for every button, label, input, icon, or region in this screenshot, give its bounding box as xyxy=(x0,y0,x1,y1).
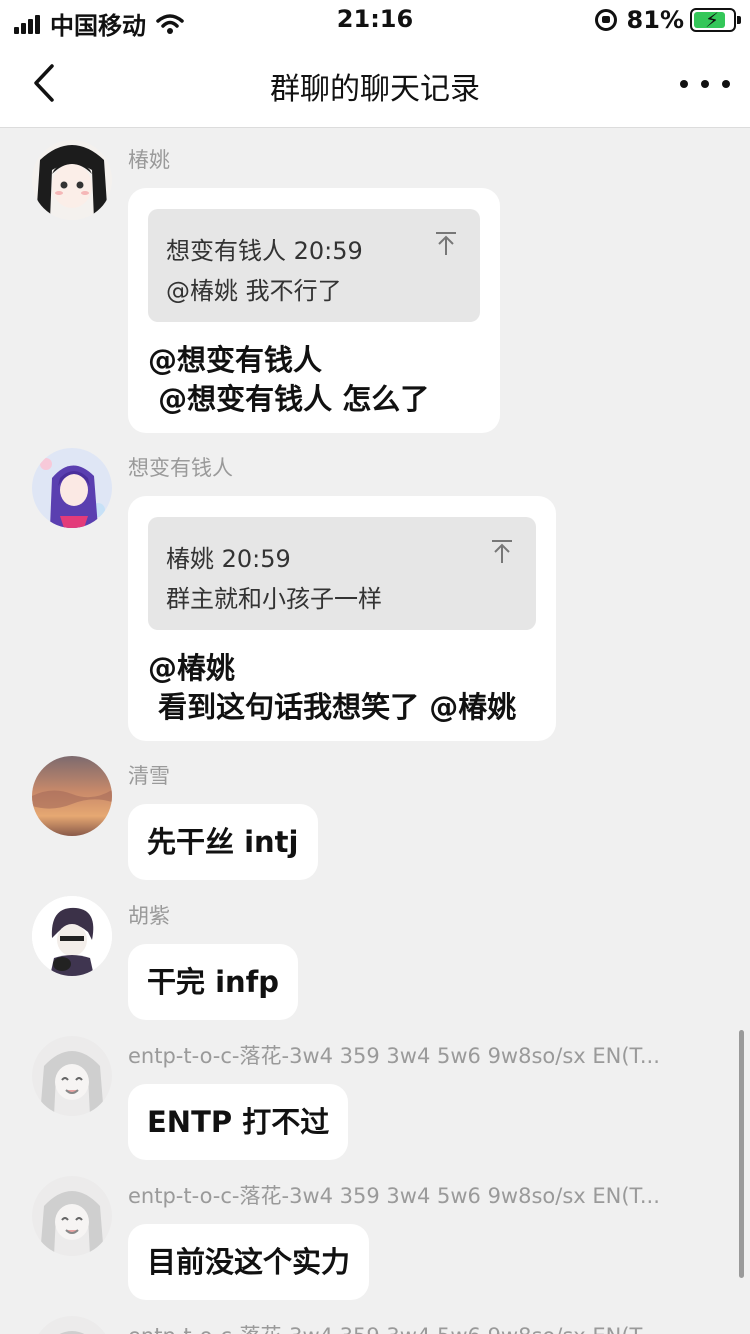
sender-name: entp-t-o-c-落花-3w4 359 3w4 5w6 9w8so/sx E… xyxy=(128,1044,660,1068)
scrollbar[interactable] xyxy=(739,1030,744,1278)
quote-header: 椿姚 20:59 xyxy=(166,545,291,573)
quoted-message[interactable]: 椿姚 20:59 群主就和小孩子一样 xyxy=(148,517,536,630)
reply-text-line-2: 看到这句话我想笑了 @椿姚 xyxy=(148,690,517,724)
avatar-image xyxy=(32,1316,112,1334)
battery-cap xyxy=(737,16,741,24)
sender-name: entp-t-o-c-落花-3w4 359 3w4 5w6 9w8so/sx E… xyxy=(128,1320,660,1334)
sender-name: 想变有钱人 xyxy=(128,456,233,480)
reply-text-line-1: @椿姚 xyxy=(148,651,236,685)
avatar-image xyxy=(32,896,112,976)
battery-percentage: 81% xyxy=(626,6,684,34)
jump-to-top-icon[interactable] xyxy=(488,537,516,565)
avatar-image xyxy=(32,756,112,836)
avatar[interactable] xyxy=(32,756,112,836)
message-bubble[interactable]: ENTP 打不过 xyxy=(128,1084,349,1160)
quote-text: 群主就和小孩子一样 xyxy=(166,585,382,613)
avatar-image xyxy=(32,1176,112,1256)
avatar[interactable] xyxy=(32,140,112,220)
avatar[interactable] xyxy=(32,1176,112,1256)
reply-bubble[interactable]: 椿姚 20:59 群主就和小孩子一样 @椿姚 看到这句话我想笑了 @椿姚 xyxy=(128,496,556,741)
quoted-message[interactable]: 想变有钱人 20:59 @椿姚 我不行了 xyxy=(148,209,480,322)
sender-name: 椿姚 xyxy=(128,148,170,172)
reply-text-line-1: @想变有钱人 xyxy=(148,343,323,377)
status-bar: 中国移动 21:16 81% ⚡ xyxy=(0,0,750,40)
message-bubble[interactable]: 干完 infp xyxy=(128,944,299,1020)
message-bubble[interactable]: 先干丝 intj xyxy=(128,804,318,880)
status-right: 81% ⚡ xyxy=(594,6,741,34)
navigation-bar: 群聊的聊天记录 xyxy=(0,40,750,128)
avatar[interactable] xyxy=(32,896,112,976)
more-options-button[interactable] xyxy=(680,66,730,102)
message-bubble[interactable]: 目前没这个实力 xyxy=(128,1224,370,1300)
sender-name: entp-t-o-c-落花-3w4 359 3w4 5w6 9w8so/sx E… xyxy=(128,1184,660,1208)
quote-header: 想变有钱人 20:59 xyxy=(166,237,363,265)
sender-name: 清雪 xyxy=(128,764,170,788)
more-dot-icon xyxy=(680,80,688,88)
sender-name: 胡紫 xyxy=(128,904,170,928)
more-dot-icon xyxy=(722,80,730,88)
avatar[interactable] xyxy=(32,1316,112,1334)
page-title: 群聊的聊天记录 xyxy=(270,72,480,107)
reply-text-line-2: @想变有钱人 怎么了 xyxy=(148,382,430,416)
avatar-image xyxy=(32,140,112,220)
more-dot-icon xyxy=(701,80,709,88)
rotation-lock-icon xyxy=(594,9,617,31)
quote-text: @椿姚 我不行了 xyxy=(166,277,342,305)
charging-bolt-icon: ⚡ xyxy=(705,8,720,32)
avatar-image xyxy=(32,448,112,528)
battery-icon: ⚡ xyxy=(690,8,741,32)
avatar-image xyxy=(32,1036,112,1116)
avatar[interactable] xyxy=(32,1036,112,1116)
avatar[interactable] xyxy=(32,448,112,528)
reply-bubble[interactable]: 想变有钱人 20:59 @椿姚 我不行了 @想变有钱人 @想变有钱人 怎么了 xyxy=(128,188,500,433)
jump-to-top-icon[interactable] xyxy=(432,229,460,257)
